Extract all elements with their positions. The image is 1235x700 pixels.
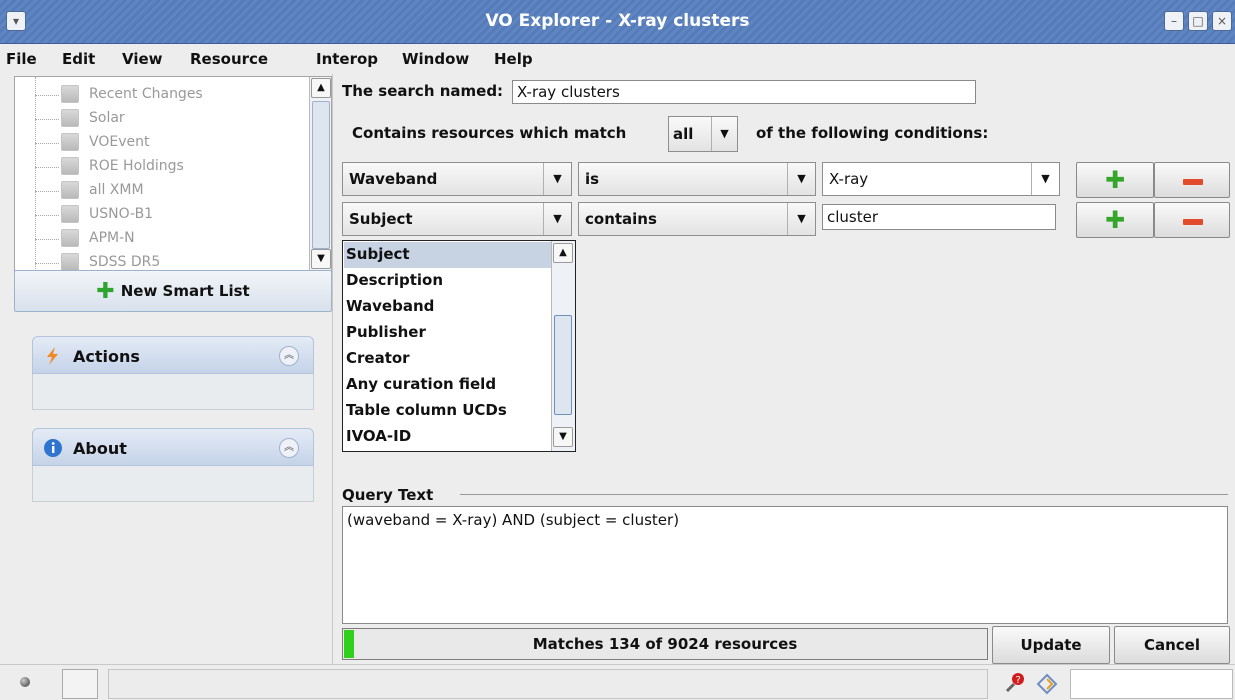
field-dropdown-list[interactable]: Subject Description Waveband Publisher C… — [342, 240, 576, 452]
status-bar: ? — [0, 664, 1235, 700]
minimize-icon[interactable]: – — [1164, 11, 1184, 31]
splitter[interactable] — [332, 74, 340, 664]
condition-field-select[interactable]: Subject ▼ — [342, 202, 572, 236]
add-condition-button[interactable]: ✚ — [1076, 202, 1154, 238]
contains-suffix-label: of the following conditions: — [756, 124, 989, 142]
folder-icon — [61, 181, 79, 199]
menu-resource[interactable]: Resource — [190, 50, 268, 68]
status-message-area — [108, 669, 988, 699]
dropdown-option[interactable]: Publisher — [344, 320, 552, 346]
dropdown-scrollbar[interactable]: ▲ ▼ — [551, 241, 575, 451]
new-smart-list-button[interactable]: ✚ New Smart List — [14, 270, 332, 312]
info-icon — [44, 439, 62, 457]
progress-fill — [344, 630, 354, 658]
actions-pane-body — [32, 374, 314, 410]
menu-interop[interactable]: Interop — [316, 50, 378, 68]
search-name-input[interactable]: X-ray clusters — [512, 80, 976, 104]
minus-icon — [1183, 179, 1203, 185]
chevron-down-icon: ▼ — [1031, 163, 1059, 195]
plastic-hub-icon[interactable] — [1036, 673, 1058, 695]
matches-text: Matches 134 of 9024 resources — [532, 635, 798, 653]
dropdown-option[interactable]: Waveband — [344, 294, 552, 320]
plus-icon: ✚ — [96, 279, 115, 304]
collapse-icon[interactable]: ︽ — [279, 346, 299, 366]
contains-prefix-label: Contains resources which match — [352, 124, 627, 142]
dropdown-option[interactable]: Table column UCDs — [344, 398, 552, 424]
chevron-down-icon: ▼ — [543, 203, 571, 235]
about-pane-body — [32, 466, 314, 502]
about-pane-header[interactable]: About ︽ — [32, 428, 314, 466]
folder-icon — [61, 109, 79, 127]
menu-window[interactable]: Window — [402, 50, 469, 68]
dropdown-option[interactable]: Any curation field — [344, 372, 552, 398]
tree-guide-line — [35, 77, 36, 271]
maximize-icon[interactable]: □ — [1188, 11, 1208, 31]
chevron-down-icon: ▼ — [543, 163, 571, 195]
svg-text:?: ? — [1016, 675, 1021, 686]
status-button[interactable] — [62, 669, 98, 699]
collapse-icon[interactable]: ︽ — [279, 438, 299, 458]
menu-view[interactable]: View — [122, 50, 163, 68]
error-plug-icon[interactable]: ? — [1004, 671, 1026, 695]
search-name-label: The search named: — [342, 82, 504, 100]
folder-icon — [61, 133, 79, 151]
condition-value-select[interactable]: X-ray ▼ — [822, 162, 1060, 196]
dropdown-option[interactable]: Creator — [344, 346, 552, 372]
folder-icon — [61, 157, 79, 175]
menu-file[interactable]: File — [6, 50, 37, 68]
scroll-thumb[interactable] — [554, 315, 572, 415]
dropdown-option[interactable]: Subject — [344, 242, 552, 268]
condition-operator-select[interactable]: contains ▼ — [578, 202, 816, 236]
dropdown-option[interactable]: IVOA-ID — [344, 424, 552, 450]
folder-icon — [61, 205, 79, 223]
actions-pane: Actions ︽ — [32, 336, 314, 410]
about-pane: About ︽ — [32, 428, 314, 502]
close-icon[interactable]: × — [1212, 11, 1232, 31]
query-text-area[interactable]: (waveband = X-ray) AND (subject = cluste… — [342, 506, 1228, 624]
tree-scrollbar[interactable]: ▲ ▼ — [309, 77, 331, 271]
lightning-icon — [47, 347, 58, 365]
plus-icon: ✚ — [1104, 206, 1126, 234]
dropdown-option[interactable]: Description — [344, 268, 552, 294]
scroll-up-icon[interactable]: ▲ — [311, 78, 331, 98]
menu-bar: File Edit View Resource Interop Window H… — [0, 44, 1235, 74]
condition-value-input[interactable]: cluster — [822, 204, 1056, 230]
scroll-down-icon[interactable]: ▼ — [553, 427, 573, 447]
folder-icon — [61, 229, 79, 247]
minus-icon — [1183, 219, 1203, 225]
title-bar[interactable]: ▾ VO Explorer - X-ray clusters – □ × — [0, 0, 1235, 44]
folder-icon — [61, 85, 79, 103]
connection-indicator-icon — [20, 677, 30, 687]
plus-icon: ✚ — [1104, 166, 1126, 194]
match-select[interactable]: all ▼ — [668, 116, 738, 152]
add-condition-button[interactable]: ✚ — [1076, 162, 1154, 198]
memory-indicator — [1070, 669, 1233, 699]
condition-operator-select[interactable]: is ▼ — [578, 162, 816, 196]
condition-field-select[interactable]: Waveband ▼ — [342, 162, 572, 196]
actions-pane-header[interactable]: Actions ︽ — [32, 336, 314, 374]
divider — [460, 494, 1228, 495]
remove-condition-button[interactable] — [1154, 202, 1230, 238]
update-button[interactable]: Update — [992, 626, 1110, 664]
window-title: VO Explorer - X-ray clusters — [485, 11, 750, 31]
folder-icon — [61, 253, 79, 271]
chevron-down-icon: ▼ — [787, 203, 815, 235]
chevron-down-icon: ▼ — [711, 117, 737, 151]
match-progress-bar: Matches 134 of 9024 resources — [342, 628, 988, 660]
smart-list-tree[interactable]: Recent Changes Solar VOEvent ROE Holding… — [14, 76, 332, 272]
cancel-button[interactable]: Cancel — [1114, 626, 1230, 664]
remove-condition-button[interactable] — [1154, 162, 1230, 198]
menu-edit[interactable]: Edit — [62, 50, 95, 68]
menu-help[interactable]: Help — [494, 50, 533, 68]
scroll-down-icon[interactable]: ▼ — [311, 249, 331, 269]
scroll-up-icon[interactable]: ▲ — [553, 243, 573, 263]
scroll-thumb[interactable] — [312, 101, 330, 249]
chevron-down-icon: ▼ — [787, 163, 815, 195]
query-text-label: Query Text — [342, 486, 434, 504]
